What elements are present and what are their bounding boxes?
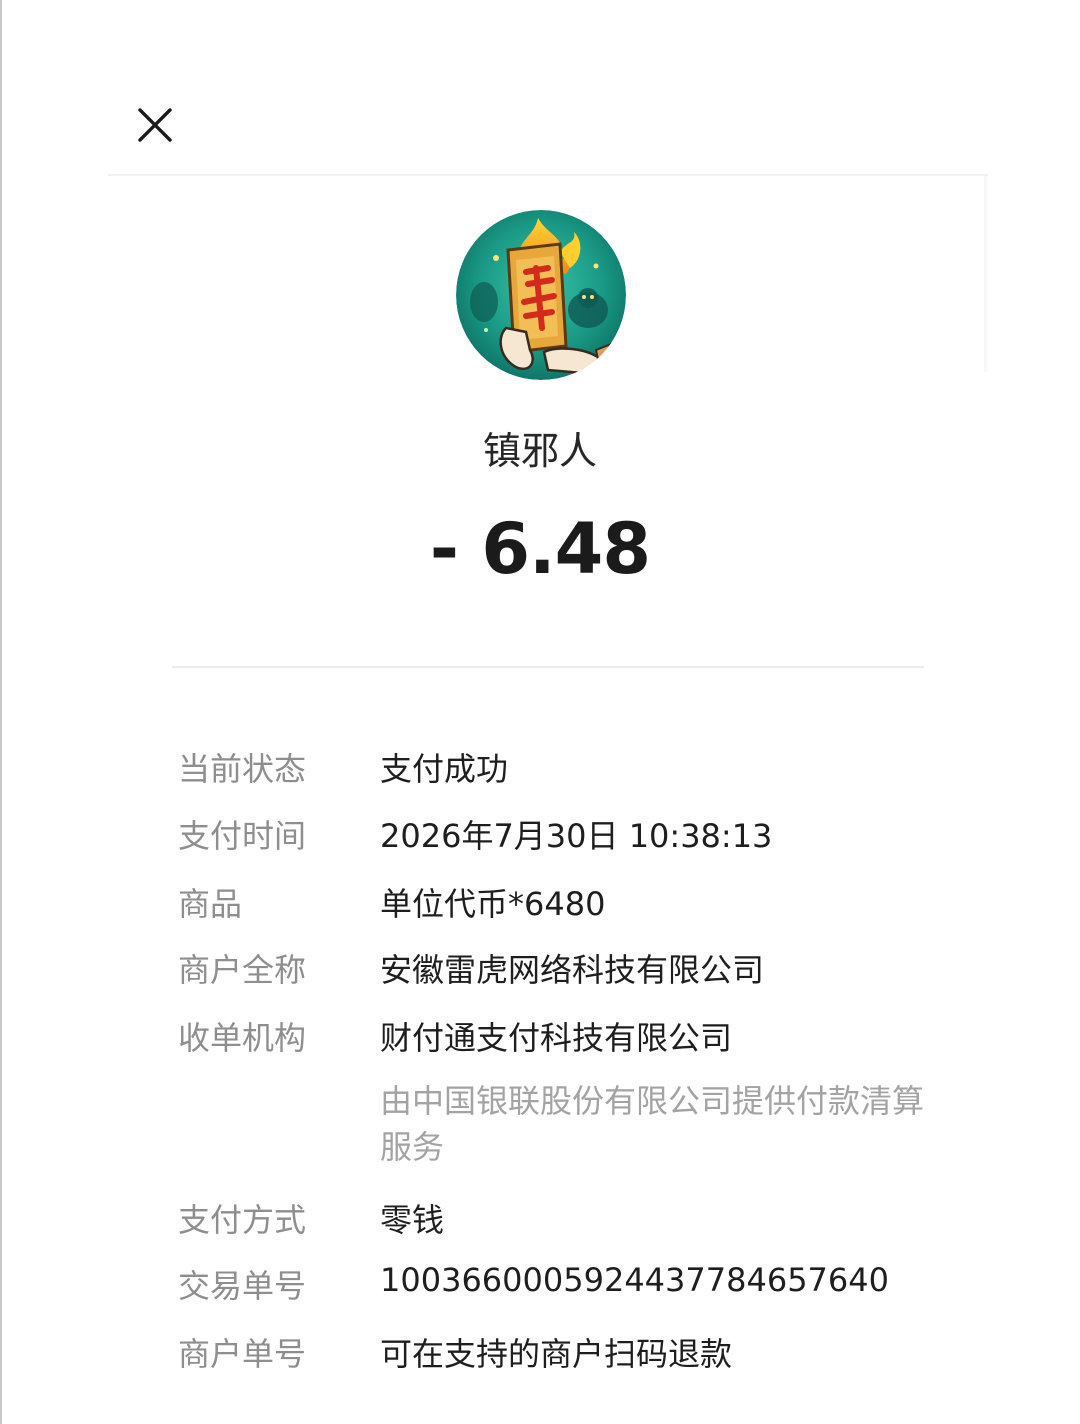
- merchant-no-label: 商户单号: [178, 1335, 307, 1373]
- amount-divider: [172, 666, 924, 668]
- method-label: 支付方式: [178, 1201, 307, 1239]
- method-value: 零钱: [380, 1201, 445, 1239]
- close-button[interactable]: [128, 98, 182, 152]
- acquirer-label: 收单机构: [178, 1019, 307, 1057]
- transaction-no-label: 交易单号: [178, 1267, 307, 1305]
- product-label: 商品: [178, 885, 243, 923]
- window-edge: [0, 0, 2, 1424]
- payment-amount: - 6.48: [429, 508, 651, 590]
- card-edge-shadow: [984, 176, 990, 372]
- merchant-no-value: 可在支持的商户扫码退款: [380, 1335, 733, 1373]
- status-value: 支付成功: [380, 750, 509, 788]
- merchant-fullname-value: 安徽雷虎网络科技有限公司: [380, 951, 765, 989]
- product-value: 单位代币*6480: [380, 885, 606, 923]
- header-divider: [108, 174, 988, 176]
- close-icon: [138, 108, 172, 142]
- merchant-name: 镇邪人: [482, 429, 597, 473]
- time-value: 2026年7月30日 10:38:13: [380, 817, 773, 855]
- status-label: 当前状态: [178, 750, 307, 788]
- transaction-no-value[interactable]: 100366000592443778465764​0: [380, 1261, 889, 1299]
- acquirer-value: 财付通支付科技有限公司: [380, 1019, 733, 1057]
- acquirer-note: 由中国银联股份有限公司提供付款清算服务: [380, 1082, 925, 1166]
- merchant-fullname-label: 商户全称: [178, 951, 307, 989]
- time-label: 支付时间: [178, 817, 307, 855]
- merchant-avatar: [456, 210, 626, 380]
